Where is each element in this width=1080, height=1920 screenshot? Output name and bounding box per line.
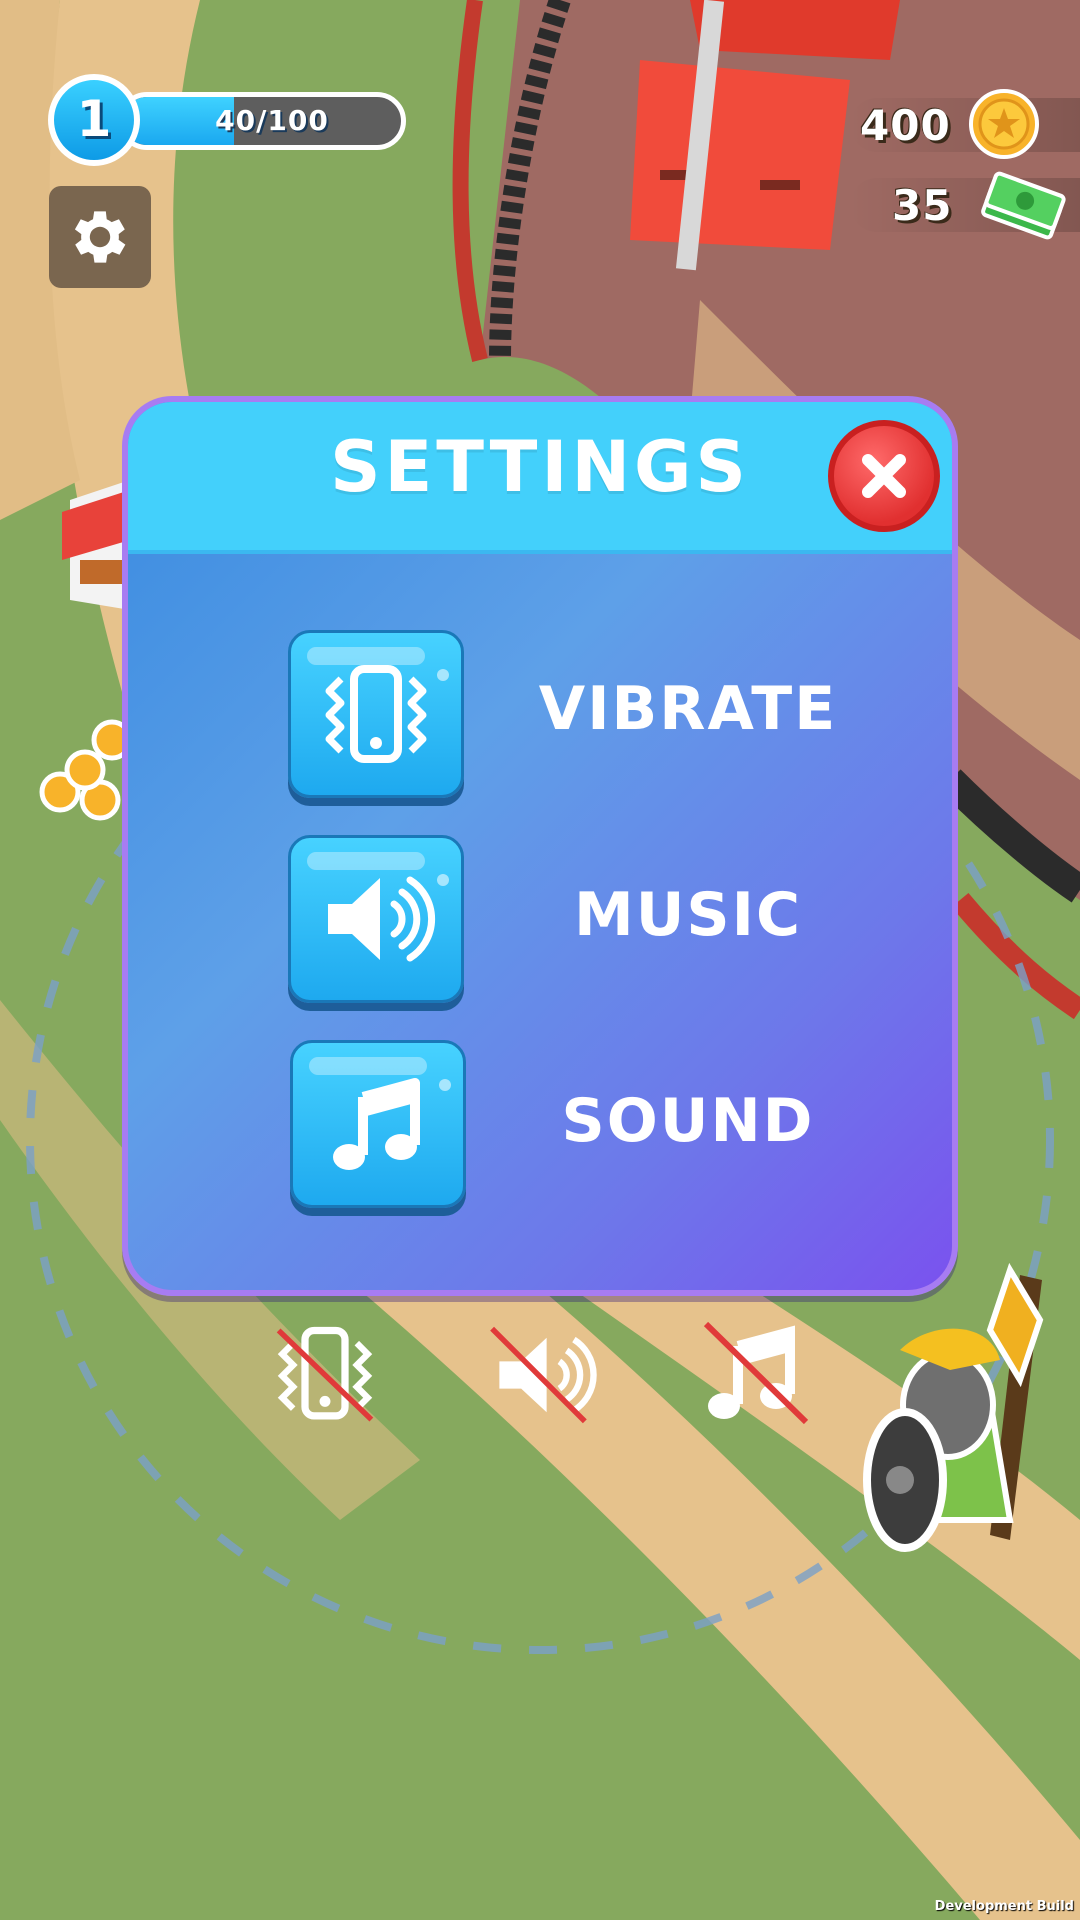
coin-icon [969,89,1039,159]
vibrate-off-icon [276,1326,374,1422]
close-icon [862,454,906,498]
gear-icon [74,211,126,263]
music-note-off-icon [703,1321,808,1425]
coin-counter: 400 [780,89,1080,160]
speaker-icon [328,876,436,962]
settings-modal: SETTINGS VIBRATE MUSIC SOUND [122,396,958,1296]
level-badge: 1 [48,74,140,166]
music-label: MUSIC [574,880,802,950]
vibrate-label: VIBRATE [538,674,838,744]
build-label: Development Build [934,1899,1074,1914]
speaker-off-icon [490,1326,597,1424]
xp-text: 40/100 [215,104,329,137]
coin-value: 400 [860,100,951,150]
music-toggle-button[interactable] [288,835,464,1003]
cash-value: 35 [892,180,953,230]
modal-header: SETTINGS [128,402,952,554]
vibrate-toggle-button[interactable] [288,630,464,798]
sound-toggle-button[interactable] [290,1040,466,1208]
level-progress: 40/100 1 [48,74,406,168]
cash-icon [981,171,1066,240]
close-button[interactable] [828,420,940,532]
sound-label: SOUND [561,1086,815,1156]
music-note-icon [333,1078,420,1170]
settings-button[interactable] [49,186,151,288]
cash-counter: 35 [780,170,1080,240]
xp-bar: 40/100 [118,92,406,150]
vibrate-icon [325,665,427,763]
